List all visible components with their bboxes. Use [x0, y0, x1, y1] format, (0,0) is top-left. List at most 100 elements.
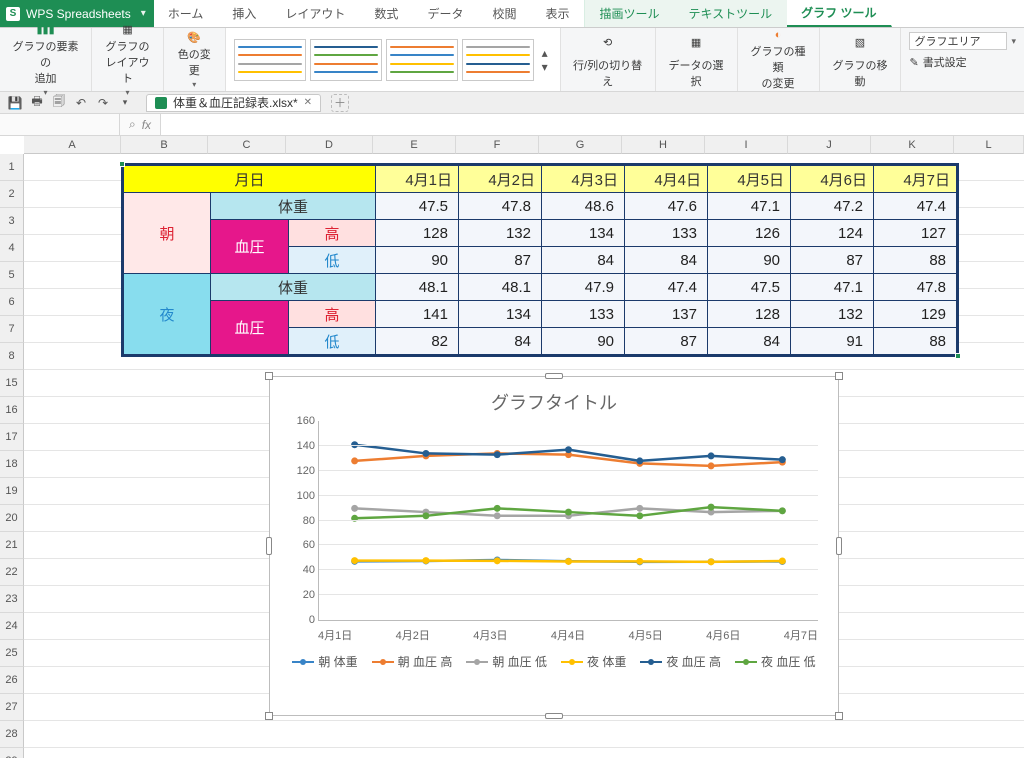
column-header[interactable]: D — [286, 136, 373, 154]
cell[interactable]: 132 — [459, 220, 542, 247]
legend-item[interactable]: 朝 体重 — [292, 653, 357, 670]
add-chart-element-button[interactable]: ▮▮▮ グラフの要素の 追加 ▾ — [0, 28, 92, 91]
change-chart-type-button[interactable]: ◐ グラフの種類 の変更 — [738, 28, 820, 91]
column-header[interactable]: G — [539, 136, 622, 154]
legend-item[interactable]: 夜 血圧 低 — [735, 653, 816, 670]
row-header[interactable]: 2 — [0, 181, 24, 208]
tab-review[interactable]: 校閲 — [478, 0, 531, 27]
cell[interactable]: 47.5 — [376, 193, 459, 220]
cell[interactable]: 87 — [625, 328, 708, 355]
embedded-chart[interactable]: グラフタイトル 160140120100806040200 4月1日4月2日4月… — [269, 376, 839, 716]
row-header[interactable]: 15 — [0, 370, 24, 397]
resize-handle[interactable] — [265, 712, 273, 720]
save-icon[interactable]: 💾 — [6, 94, 24, 112]
resize-handle[interactable] — [545, 713, 563, 719]
column-header[interactable]: L — [954, 136, 1024, 154]
selection-handle[interactable] — [955, 353, 961, 359]
row-header[interactable]: 4 — [0, 235, 24, 262]
row-header[interactable]: 6 — [0, 289, 24, 316]
row-header[interactable]: 1 — [0, 154, 24, 181]
cell[interactable]: 90 — [376, 247, 459, 274]
cell[interactable]: 4月5日 — [708, 166, 791, 193]
cell[interactable]: 高 — [289, 301, 376, 328]
cell[interactable]: 4月1日 — [376, 166, 459, 193]
cell[interactable]: 134 — [542, 220, 625, 247]
row-header[interactable]: 5 — [0, 262, 24, 289]
cell[interactable]: 126 — [708, 220, 791, 247]
chevron-down-icon[interactable]: ▾ — [1011, 36, 1016, 47]
data-table[interactable]: 月日4月1日4月2日4月3日4月4日4月5日4月6日4月7日朝体重47.547.… — [121, 163, 959, 357]
row-header[interactable]: 20 — [0, 505, 24, 532]
cell[interactable]: 47.2 — [791, 193, 874, 220]
row-header[interactable]: 3 — [0, 208, 24, 235]
column-header[interactable]: J — [788, 136, 871, 154]
search-icon[interactable]: ⌕ — [129, 117, 136, 132]
cell[interactable]: 血圧 — [211, 220, 289, 274]
row-header[interactable]: 18 — [0, 451, 24, 478]
cell[interactable]: 月日 — [124, 166, 376, 193]
worksheet[interactable]: ABCDEFGHIJKL 123456781516171819202122232… — [0, 136, 1024, 758]
cell[interactable]: 血圧 — [211, 301, 289, 355]
row-header[interactable]: 24 — [0, 613, 24, 640]
resize-handle[interactable] — [545, 373, 563, 379]
cell[interactable]: 47.8 — [874, 274, 957, 301]
resize-handle[interactable] — [835, 712, 843, 720]
cell[interactable]: 4月3日 — [542, 166, 625, 193]
cell[interactable]: 47.9 — [542, 274, 625, 301]
row-header[interactable]: 16 — [0, 397, 24, 424]
cell[interactable]: 132 — [791, 301, 874, 328]
cell[interactable]: 134 — [459, 301, 542, 328]
tab-formula[interactable]: 数式 — [360, 0, 413, 27]
cell[interactable]: 84 — [542, 247, 625, 274]
row-header[interactable]: 19 — [0, 478, 24, 505]
cell[interactable]: 47.1 — [708, 193, 791, 220]
chart-style-thumb[interactable] — [462, 39, 534, 81]
resize-handle[interactable] — [266, 537, 272, 555]
cell[interactable]: 88 — [874, 247, 957, 274]
chevron-down-icon[interactable]: ▾ — [116, 94, 134, 112]
close-tab-icon[interactable]: ✕ — [304, 97, 312, 108]
cell[interactable]: 低 — [289, 247, 376, 274]
column-header[interactable]: I — [705, 136, 788, 154]
format-selection-button[interactable]: 書式設定 — [923, 54, 967, 70]
cell[interactable]: 133 — [625, 220, 708, 247]
legend-item[interactable]: 夜 体重 — [561, 653, 626, 670]
cell[interactable]: 低 — [289, 328, 376, 355]
cell[interactable]: 4月6日 — [791, 166, 874, 193]
cell[interactable]: 91 — [791, 328, 874, 355]
legend-item[interactable]: 夜 血圧 高 — [640, 653, 721, 670]
cell[interactable]: 朝 — [124, 193, 211, 274]
cell[interactable]: 88 — [874, 328, 957, 355]
row-header[interactable]: 26 — [0, 667, 24, 694]
undo-icon[interactable]: ↶ — [72, 94, 90, 112]
move-chart-button[interactable]: ▧ グラフの移動 — [820, 28, 902, 91]
cell[interactable]: 48.6 — [542, 193, 625, 220]
switch-rowcol-button[interactable]: ⟲ 行/列の切り替え — [561, 28, 656, 91]
redo-icon[interactable]: ↷ — [94, 94, 112, 112]
cell[interactable]: 夜 — [124, 274, 211, 355]
column-header[interactable]: E — [373, 136, 456, 154]
change-colors-button[interactable]: 🎨 色の変更 ▾ — [164, 28, 226, 91]
row-header[interactable]: 25 — [0, 640, 24, 667]
resize-handle[interactable] — [265, 372, 273, 380]
chart-element-selector[interactable]: グラフエリア — [909, 32, 1007, 50]
new-tab-button[interactable]: ＋ — [331, 94, 349, 112]
chart-style-thumb[interactable] — [386, 39, 458, 81]
tab-home[interactable]: ホーム — [154, 0, 219, 27]
row-header[interactable]: 28 — [0, 721, 24, 748]
cell[interactable]: 128 — [376, 220, 459, 247]
tab-data[interactable]: データ — [413, 0, 478, 27]
legend-item[interactable]: 朝 血圧 高 — [372, 653, 453, 670]
cell[interactable]: 4月4日 — [625, 166, 708, 193]
cell[interactable]: 84 — [708, 328, 791, 355]
column-header[interactable]: A — [24, 136, 121, 154]
cell[interactable]: 82 — [376, 328, 459, 355]
cell[interactable]: 84 — [625, 247, 708, 274]
column-header[interactable]: C — [208, 136, 286, 154]
column-header[interactable]: H — [622, 136, 705, 154]
chart-style-gallery[interactable]: ▴▾ — [226, 28, 561, 91]
column-headers[interactable]: ABCDEFGHIJKL — [24, 136, 1024, 154]
chart-legend[interactable]: 朝 体重朝 血圧 高朝 血圧 低夜 体重夜 血圧 高夜 血圧 低 — [282, 653, 826, 670]
cell[interactable]: 129 — [874, 301, 957, 328]
cell[interactable]: 48.1 — [376, 274, 459, 301]
